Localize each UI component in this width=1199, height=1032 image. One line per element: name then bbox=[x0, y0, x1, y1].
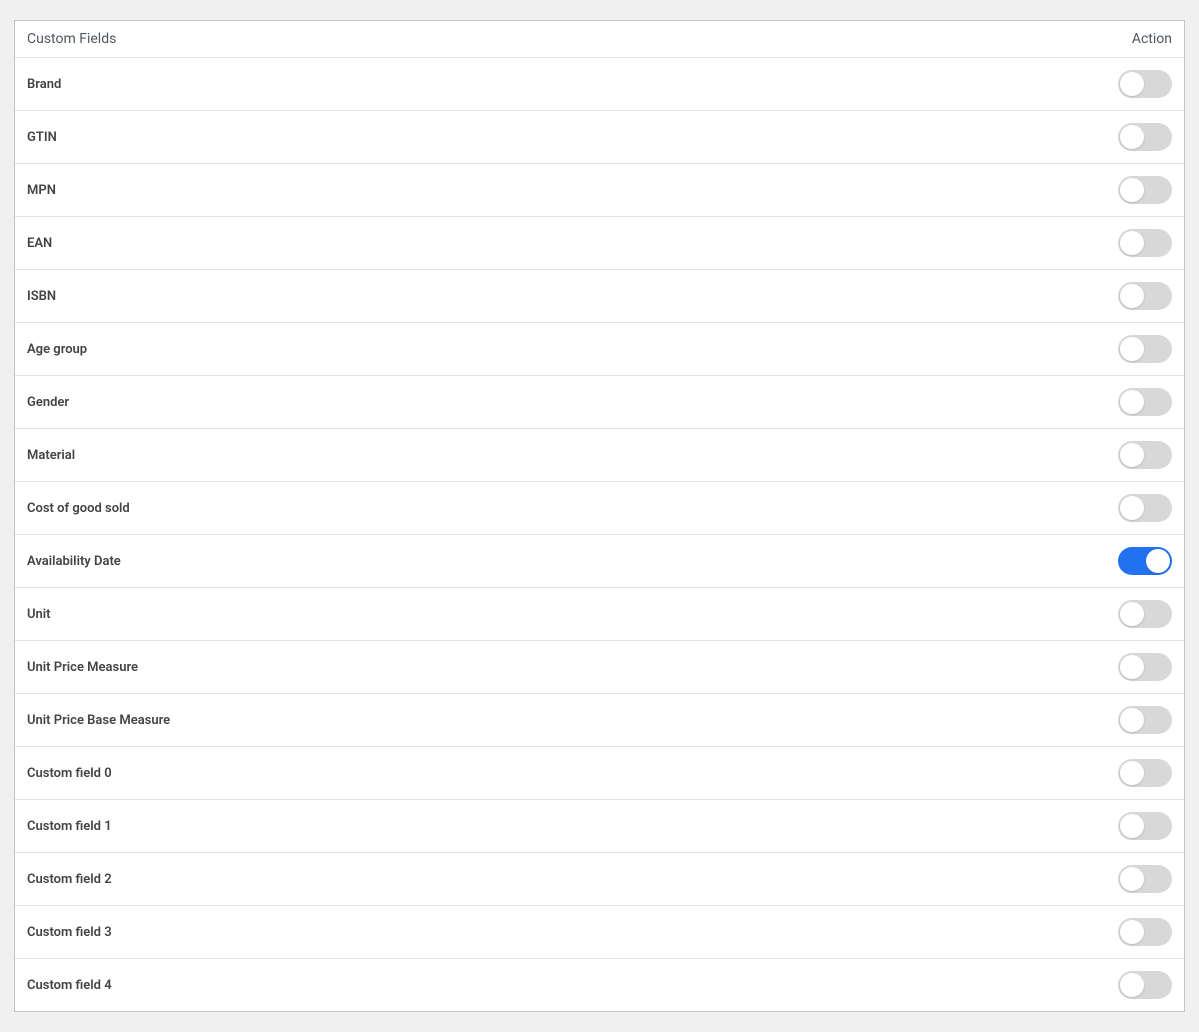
field-row-gtin: GTIN bbox=[15, 111, 1184, 164]
toggle-availability-date[interactable] bbox=[1118, 547, 1172, 575]
toggle-custom-field-1[interactable] bbox=[1118, 812, 1172, 840]
toggle-age-group[interactable] bbox=[1118, 335, 1172, 363]
toggle-knob bbox=[1120, 337, 1144, 361]
toggle-knob bbox=[1120, 72, 1144, 96]
toggle-custom-field-0[interactable] bbox=[1118, 759, 1172, 787]
field-label: Unit Price Measure bbox=[27, 660, 138, 675]
toggle-knob bbox=[1120, 231, 1144, 255]
field-label: Unit bbox=[27, 607, 51, 622]
toggle-knob bbox=[1120, 284, 1144, 308]
toggle-knob bbox=[1120, 178, 1144, 202]
field-label: MPN bbox=[27, 183, 56, 198]
toggle-knob bbox=[1120, 867, 1144, 891]
toggle-knob bbox=[1120, 814, 1144, 838]
toggle-unit-price-base-measure[interactable] bbox=[1118, 706, 1172, 734]
toggle-material[interactable] bbox=[1118, 441, 1172, 469]
toggle-custom-field-2[interactable] bbox=[1118, 865, 1172, 893]
field-row-mpn: MPN bbox=[15, 164, 1184, 217]
field-label: Custom field 3 bbox=[27, 925, 112, 940]
toggle-isbn[interactable] bbox=[1118, 282, 1172, 310]
toggle-cost-of-good-sold[interactable] bbox=[1118, 494, 1172, 522]
field-label: EAN bbox=[27, 236, 52, 251]
field-row-custom-field-1: Custom field 1 bbox=[15, 800, 1184, 853]
toggle-brand[interactable] bbox=[1118, 70, 1172, 98]
toggle-knob bbox=[1120, 973, 1144, 997]
custom-fields-panel: Custom Fields Action Brand GTIN MPN EAN ISBN… bbox=[14, 20, 1185, 1012]
toggle-ean[interactable] bbox=[1118, 229, 1172, 257]
field-label: Unit Price Base Measure bbox=[27, 713, 170, 728]
field-label: Custom field 1 bbox=[27, 819, 112, 834]
field-label: ISBN bbox=[27, 289, 56, 304]
field-label: Custom field 4 bbox=[27, 978, 112, 993]
field-row-material: Material bbox=[15, 429, 1184, 482]
field-row-ean: EAN bbox=[15, 217, 1184, 270]
toggle-knob bbox=[1120, 125, 1144, 149]
field-label: Age group bbox=[27, 342, 87, 357]
field-label: Gender bbox=[27, 395, 69, 410]
toggle-knob bbox=[1120, 920, 1144, 944]
field-row-cost-of-good-sold: Cost of good sold bbox=[15, 482, 1184, 535]
field-row-custom-field-0: Custom field 0 bbox=[15, 747, 1184, 800]
header-col-action: Action bbox=[1132, 31, 1172, 47]
field-row-availability-date: Availability Date bbox=[15, 535, 1184, 588]
panel-header: Custom Fields Action bbox=[15, 21, 1184, 58]
header-col-fields: Custom Fields bbox=[27, 31, 116, 47]
field-label: Custom field 0 bbox=[27, 766, 112, 781]
field-label: Cost of good sold bbox=[27, 501, 130, 516]
toggle-custom-field-4[interactable] bbox=[1118, 971, 1172, 999]
toggle-unit-price-measure[interactable] bbox=[1118, 653, 1172, 681]
toggle-knob bbox=[1120, 390, 1144, 414]
field-row-custom-field-3: Custom field 3 bbox=[15, 906, 1184, 959]
toggle-knob bbox=[1120, 443, 1144, 467]
field-label: Availability Date bbox=[27, 554, 121, 569]
field-label: Brand bbox=[27, 77, 61, 92]
field-row-unit-price-measure: Unit Price Measure bbox=[15, 641, 1184, 694]
field-row-isbn: ISBN bbox=[15, 270, 1184, 323]
field-label: GTIN bbox=[27, 130, 57, 145]
field-row-unit-price-base-measure: Unit Price Base Measure bbox=[15, 694, 1184, 747]
field-row-brand: Brand bbox=[15, 58, 1184, 111]
toggle-custom-field-3[interactable] bbox=[1118, 918, 1172, 946]
toggle-mpn[interactable] bbox=[1118, 176, 1172, 204]
field-row-unit: Unit bbox=[15, 588, 1184, 641]
toggle-knob bbox=[1120, 655, 1144, 679]
toggle-gender[interactable] bbox=[1118, 388, 1172, 416]
toggle-unit[interactable] bbox=[1118, 600, 1172, 628]
toggle-gtin[interactable] bbox=[1118, 123, 1172, 151]
toggle-knob bbox=[1120, 708, 1144, 732]
field-row-custom-field-2: Custom field 2 bbox=[15, 853, 1184, 906]
toggle-knob bbox=[1146, 549, 1170, 573]
toggle-knob bbox=[1120, 496, 1144, 520]
field-row-age-group: Age group bbox=[15, 323, 1184, 376]
rows-container: Brand GTIN MPN EAN ISBN Age group Gender Materi… bbox=[15, 58, 1184, 1011]
toggle-knob bbox=[1120, 761, 1144, 785]
field-row-custom-field-4: Custom field 4 bbox=[15, 959, 1184, 1011]
field-label: Material bbox=[27, 448, 75, 463]
field-row-gender: Gender bbox=[15, 376, 1184, 429]
field-label: Custom field 2 bbox=[27, 872, 112, 887]
toggle-knob bbox=[1120, 602, 1144, 626]
